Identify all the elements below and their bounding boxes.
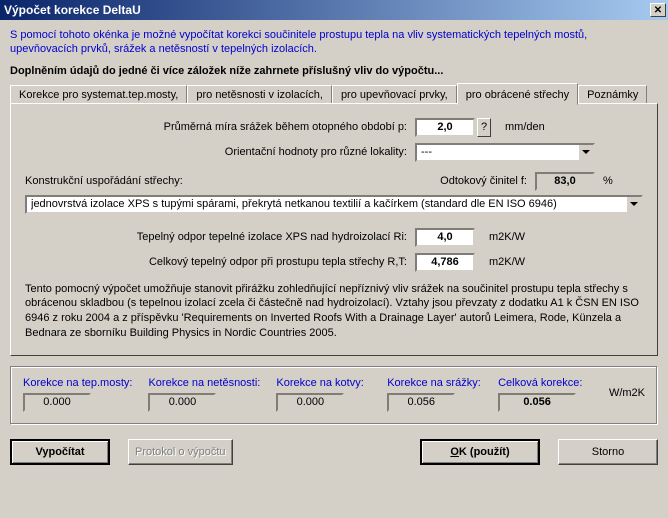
rt-unit: m2K/W xyxy=(489,256,525,268)
tab-systematic-bridges[interactable]: Korekce pro systemat.tep.mosty, xyxy=(10,85,187,104)
results-frame: Korekce na tep.mosty: Korekce na netěsno… xyxy=(10,366,658,425)
description-text: Tento pomocný výpočet umožňuje stanovit … xyxy=(25,282,643,341)
ri-input[interactable] xyxy=(415,228,475,247)
f-unit: % xyxy=(603,175,643,187)
f-label: Odtokový činitel f: xyxy=(440,175,527,187)
chevron-down-icon xyxy=(630,202,638,206)
res-rain-value xyxy=(387,393,455,412)
construction-label: Konstrukční uspořádání střechy: xyxy=(25,175,183,187)
close-icon: ✕ xyxy=(654,5,662,16)
f-value xyxy=(535,172,595,191)
chevron-down-icon xyxy=(582,150,590,154)
locality-value[interactable] xyxy=(415,143,579,162)
button-row: Vypočítat Protokol o výpočtu OK (použít)… xyxy=(10,439,658,465)
res-rain-label: Korekce na srážky: xyxy=(387,377,482,389)
subhead-text: Doplněním údajů do jedné či více záložek… xyxy=(10,65,658,77)
locality-label: Orientační hodnoty pro různé lokality: xyxy=(25,146,415,158)
tab-panel: Průměrná míra srážek během otopného obdo… xyxy=(10,103,658,356)
ok-label-rest: K (použít) xyxy=(459,446,510,458)
res-anchors-value xyxy=(276,393,344,412)
locality-combo[interactable] xyxy=(415,143,595,162)
res-anchors-label: Korekce na kotvy: xyxy=(276,377,371,389)
ri-label: Tepelný odpor tepelné izolace XPS nad hy… xyxy=(25,231,415,243)
rt-label: Celkový tepelný odpor při prostupu tepla… xyxy=(25,256,415,268)
cancel-button[interactable]: Storno xyxy=(558,439,658,465)
rt-input[interactable] xyxy=(415,253,475,272)
protocol-button: Protokol o výpočtu xyxy=(128,439,233,465)
tab-inverted-roofs[interactable]: pro obrácené střechy xyxy=(457,83,578,105)
p-label: Průměrná míra srážek během otopného obdo… xyxy=(25,121,415,133)
ri-unit: m2K/W xyxy=(489,231,525,243)
construction-value[interactable] xyxy=(25,195,627,214)
question-icon: ? xyxy=(481,121,487,133)
tab-notes[interactable]: Poznámky xyxy=(578,85,647,104)
res-leaks-value xyxy=(148,393,216,412)
res-unit: W/m2K xyxy=(609,387,645,401)
titlebar: Výpočet korekce DeltaU ✕ xyxy=(0,0,668,20)
construction-combo[interactable] xyxy=(25,195,643,214)
res-leaks-label: Korekce na netěsnosti: xyxy=(148,377,260,389)
res-total-value xyxy=(498,393,576,412)
window-body: S pomocí tohoto okénka je možné vypočíta… xyxy=(0,20,668,473)
intro-text: S pomocí tohoto okénka je možné vypočíta… xyxy=(10,28,658,57)
p-help-button[interactable]: ? xyxy=(477,118,491,137)
tab-insulation-leaks[interactable]: pro netěsnosti v izolacích, xyxy=(187,85,332,104)
p-input[interactable] xyxy=(415,118,475,137)
res-bridges-value xyxy=(23,393,91,412)
res-bridges-label: Korekce na tep.mosty: xyxy=(23,377,132,389)
calculate-button[interactable]: Vypočítat xyxy=(10,439,110,465)
res-total-label: Celková korekce: xyxy=(498,377,593,389)
locality-dropdown-arrow[interactable] xyxy=(579,143,595,162)
close-button[interactable]: ✕ xyxy=(650,3,666,17)
construction-dropdown-arrow[interactable] xyxy=(627,195,643,214)
tab-fasteners[interactable]: pro upevňovací prvky, xyxy=(332,85,457,104)
p-unit: mm/den xyxy=(505,121,545,133)
ok-button[interactable]: OK (použít) xyxy=(420,439,540,465)
window-title: Výpočet korekce DeltaU xyxy=(4,3,141,17)
tabstrip: Korekce pro systemat.tep.mosty, pro netě… xyxy=(10,83,658,104)
